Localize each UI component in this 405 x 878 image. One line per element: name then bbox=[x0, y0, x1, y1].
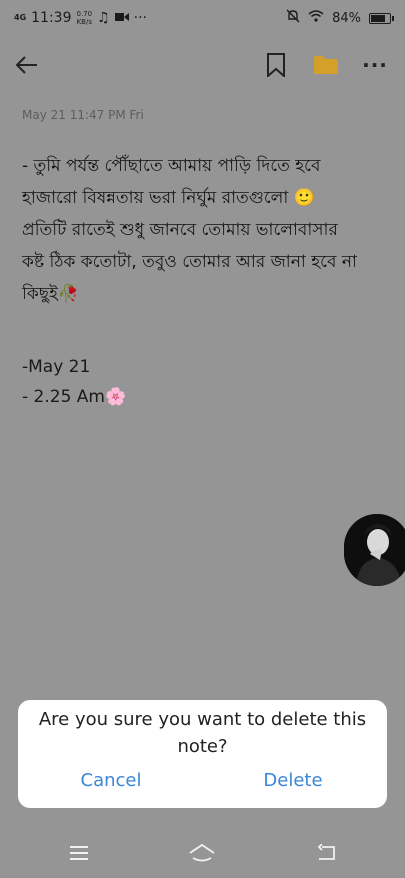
delete-button[interactable]: Delete bbox=[218, 770, 368, 791]
network-speed: 0.70 KB/s bbox=[77, 10, 93, 26]
screen: 4G 11:39 0.70 KB/s ♫ ··· 84% ··· May 21 … bbox=[0, 0, 405, 878]
avatar bbox=[344, 514, 405, 586]
note-line: হাজারো বিষন্নতায় ভরা নির্ঘুম রাতগুলো 🙂 bbox=[22, 188, 315, 208]
note-line: কষ্ট ঠিক কতোটা, তবুও তোমার আর জানা হবে ন… bbox=[22, 252, 357, 272]
menu-icon bbox=[70, 846, 88, 860]
bookmark-button[interactable] bbox=[261, 50, 291, 80]
delete-confirm-dialog: Are you sure you want to delete this not… bbox=[18, 700, 387, 808]
network-type: 4G bbox=[14, 14, 26, 22]
home-icon bbox=[189, 843, 215, 862]
note-footer: -May 21 - 2.25 Am🌸 bbox=[22, 352, 126, 412]
nav-menu-button[interactable] bbox=[64, 838, 94, 868]
footer-time: - 2.25 Am🌸 bbox=[22, 387, 127, 407]
more-options-button[interactable]: ··· bbox=[360, 50, 390, 80]
note-body[interactable]: - তুমি পর্যন্ত পৌঁছাতে আমায় পাড়ি দিতে … bbox=[22, 150, 387, 310]
back-button[interactable] bbox=[12, 50, 42, 80]
back-icon bbox=[317, 844, 335, 860]
mute-icon bbox=[286, 9, 300, 27]
note-line: - তুমি পর্যন্ত পৌঁছাতে আমায় পাড়ি দিতে … bbox=[22, 156, 321, 176]
network-type-label: 4G bbox=[14, 13, 27, 22]
speed-value: 0.70 bbox=[76, 10, 93, 18]
folder-button[interactable] bbox=[311, 50, 341, 80]
battery-percent: 84% bbox=[332, 10, 361, 26]
bookmark-icon bbox=[267, 53, 285, 77]
battery-fill bbox=[371, 14, 386, 22]
floating-avatar-bubble[interactable] bbox=[344, 514, 405, 586]
footer-date: -May 21 bbox=[22, 357, 91, 377]
nav-back-button[interactable] bbox=[311, 838, 341, 868]
note-toolbar: ··· bbox=[0, 40, 405, 90]
note-line: প্রতিটি রাতেই শুধু জানবে তোমায় ভালোবাসা… bbox=[22, 220, 338, 240]
nav-home-button[interactable] bbox=[187, 838, 217, 868]
wifi-icon bbox=[308, 10, 324, 26]
arrow-left-icon bbox=[15, 56, 37, 74]
system-nav-bar bbox=[0, 828, 405, 878]
folder-icon bbox=[314, 56, 338, 74]
status-time: 11:39 bbox=[31, 10, 72, 26]
note-line: কিছুই🥀 bbox=[22, 284, 80, 304]
battery-icon bbox=[369, 12, 394, 24]
cancel-button[interactable]: Cancel bbox=[36, 770, 186, 791]
status-bar: 4G 11:39 0.70 KB/s ♫ ··· 84% bbox=[0, 0, 405, 36]
status-right: 84% bbox=[286, 9, 394, 27]
music-icon: ♫ bbox=[97, 10, 110, 26]
dialog-message: Are you sure you want to delete this not… bbox=[38, 709, 367, 757]
video-icon bbox=[114, 10, 129, 26]
note-date: May 21 11:47 PM Fri bbox=[22, 108, 144, 122]
status-left: 4G 11:39 0.70 KB/s ♫ ··· bbox=[14, 10, 147, 26]
speed-unit: KB/s bbox=[76, 18, 92, 26]
status-more: ··· bbox=[133, 10, 148, 26]
